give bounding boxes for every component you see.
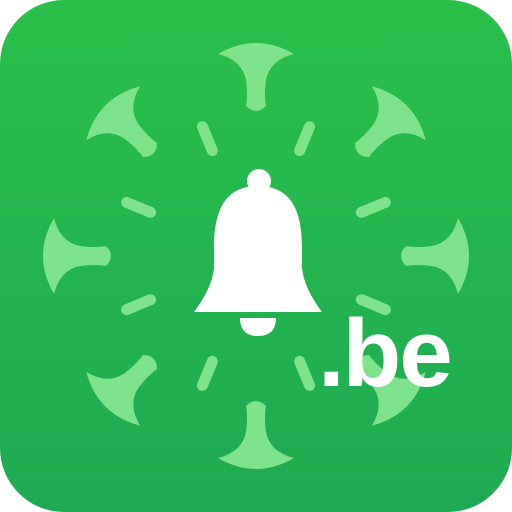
domain-suffix-text: .be bbox=[318, 300, 453, 407]
app-icon-graphic bbox=[0, 0, 512, 512]
app-icon[interactable]: .be bbox=[0, 0, 512, 512]
